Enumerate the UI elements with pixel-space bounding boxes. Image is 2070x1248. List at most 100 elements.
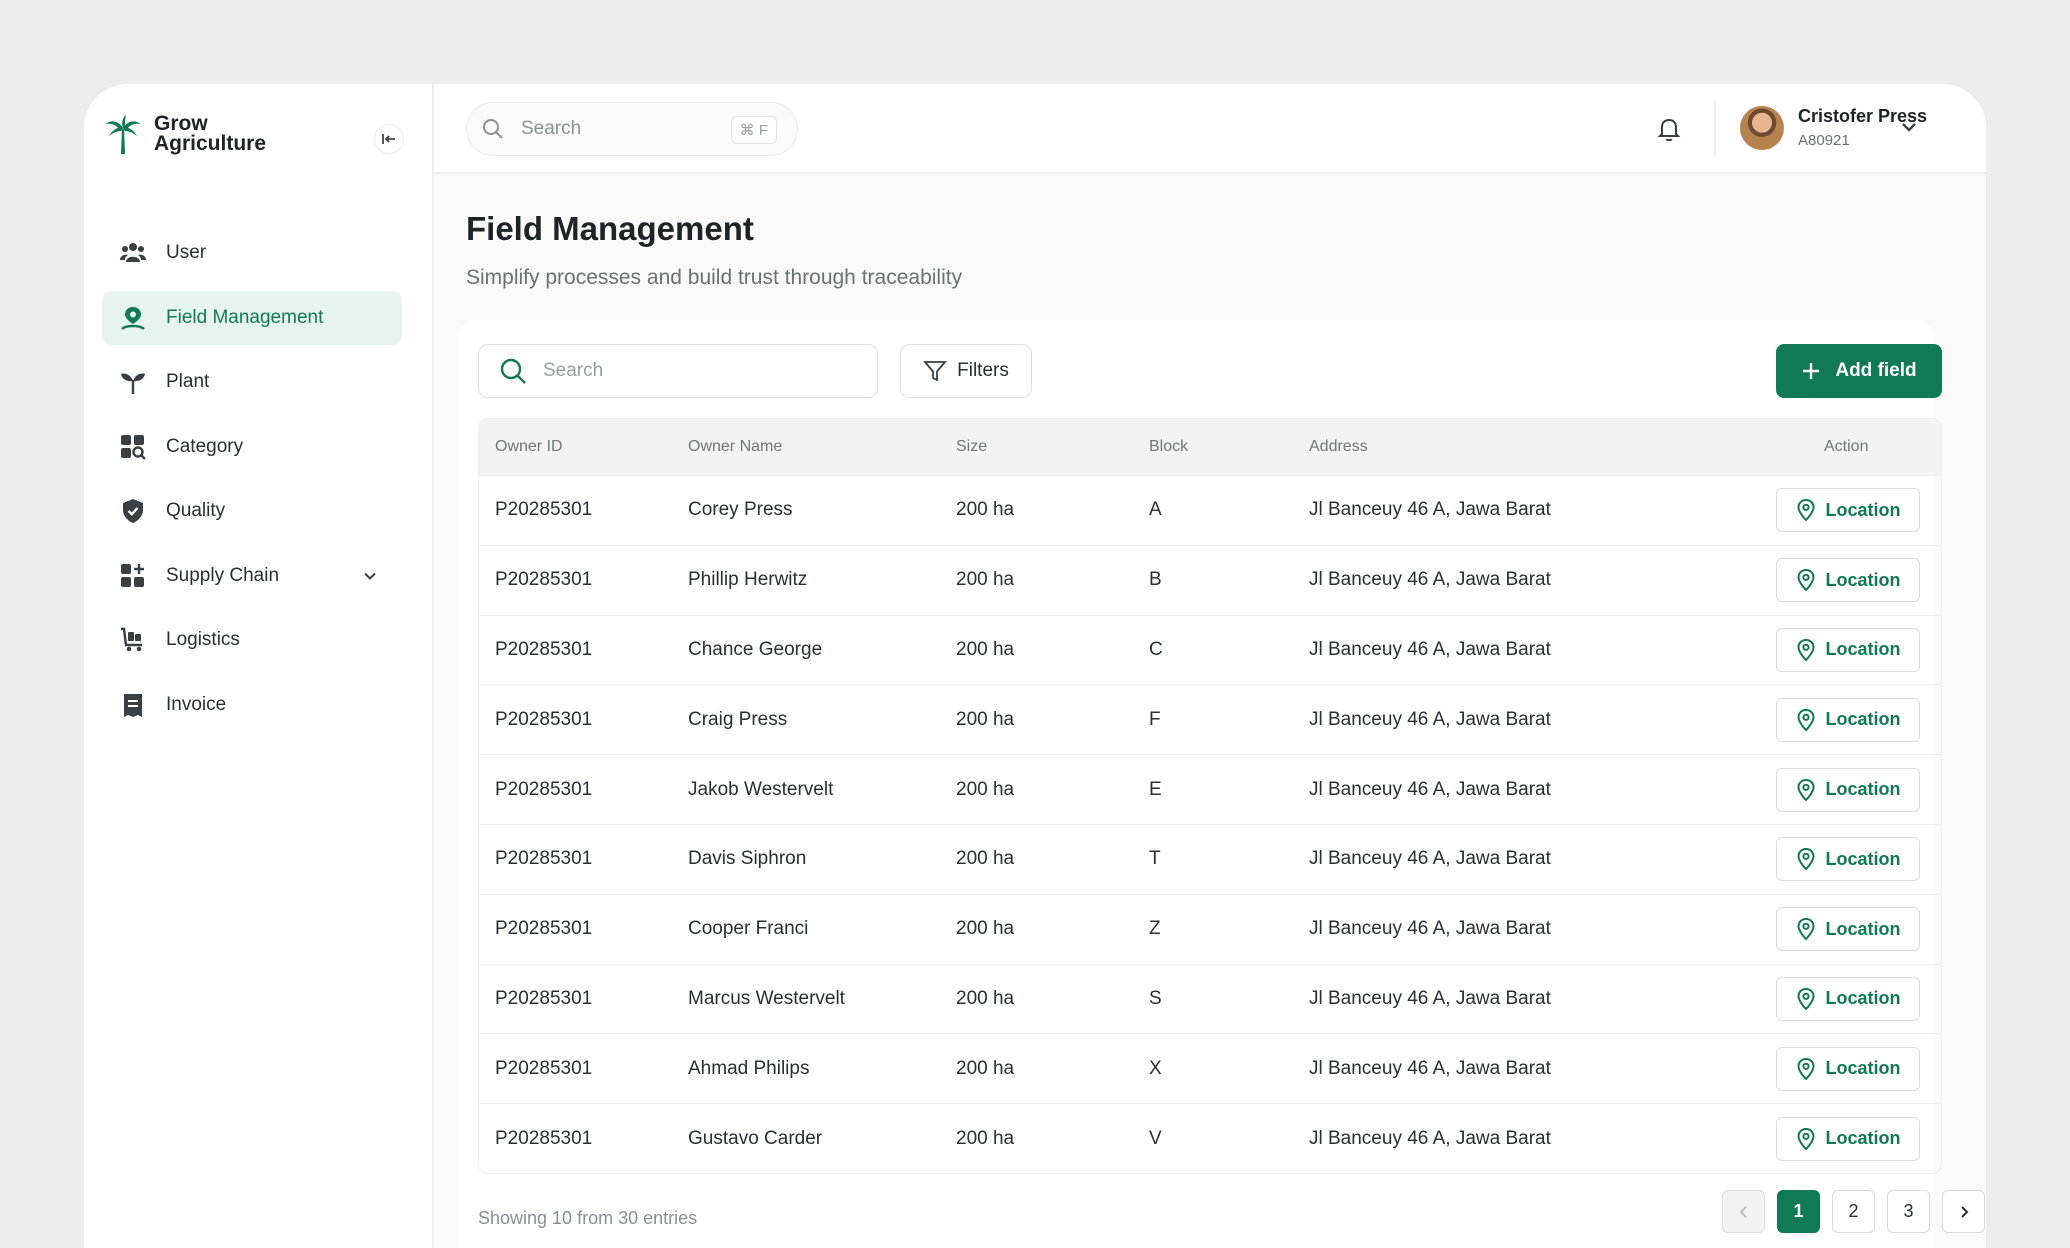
sidebar-item-logistics[interactable]: Logistics <box>102 613 402 667</box>
main-content: Search ⌘ F Cristofer Press A80921 Field … <box>434 84 1986 1248</box>
bell-icon[interactable] <box>1654 114 1684 144</box>
table-row: P20285301 Ahmad Philips 200 ha X Jl Banceuy … <box>479 1033 1941 1103</box>
address-cell: Jl Banceuy 46 A, Jawa Barat <box>1309 708 1551 730</box>
search-icon <box>483 119 503 139</box>
owner-id-cell: P20285301 <box>495 1057 593 1079</box>
location-button[interactable]: Location <box>1776 1046 1920 1091</box>
sidebar-item-supply-chain[interactable]: Supply Chain <box>102 549 402 603</box>
location-label: Location <box>1825 639 1901 660</box>
owner-name-cell: Jakob Westervelt <box>688 778 834 800</box>
app-window: Grow Agriculture User Field Management P… <box>84 84 1986 1248</box>
global-search-input[interactable]: Search ⌘ F <box>466 102 798 156</box>
location-label: Location <box>1825 918 1901 939</box>
block-cell: B <box>1149 569 1162 591</box>
owner-name-cell: Ahmad Philips <box>688 1057 810 1079</box>
location-button[interactable]: Location <box>1776 1116 1920 1161</box>
next-page-button[interactable] <box>1942 1190 1985 1233</box>
block-cell: F <box>1149 708 1161 730</box>
page-button-1[interactable]: 1 <box>1777 1190 1820 1233</box>
location-button[interactable]: Location <box>1776 627 1920 672</box>
topbar: Search ⌘ F Cristofer Press A80921 <box>434 84 1986 174</box>
location-label: Location <box>1825 779 1901 800</box>
table-row: P20285301 Jakob Westervelt 200 ha E Jl Bance… <box>479 754 1941 824</box>
table-search-input[interactable]: Search <box>478 344 878 398</box>
sidebar-item-quality[interactable]: Quality <box>102 484 402 538</box>
size-cell: 200 ha <box>956 569 1015 591</box>
owner-name-cell: Phillip Herwitz <box>688 569 808 591</box>
location-button[interactable]: Location <box>1776 976 1920 1021</box>
sidebar-item-invoice[interactable]: Invoice <box>102 678 402 732</box>
table-row: P20285301 Marcus Westervelt 200 ha S Jl Banc… <box>479 963 1941 1034</box>
field-table-card: Search Filters Add field Owner ID Owner … <box>458 320 1985 1248</box>
block-cell: C <box>1149 638 1163 660</box>
sidebar-item-user[interactable]: User <box>102 226 402 280</box>
address-cell: Jl Banceuy 46 A, Jawa Barat <box>1309 638 1551 660</box>
map-pin-icon <box>1796 848 1815 871</box>
chevron-right-icon <box>1960 1205 1968 1218</box>
map-pin-icon <box>1796 708 1815 731</box>
location-label: Location <box>1825 1128 1901 1149</box>
owner-name-cell: Marcus Westervelt <box>688 987 845 1009</box>
size-cell: 200 ha <box>956 638 1015 660</box>
sidebar-item-label: Plant <box>166 371 210 392</box>
brand-line-1: Grow <box>154 112 208 135</box>
page-button-2[interactable]: 2 <box>1832 1190 1875 1233</box>
brand[interactable]: Grow Agriculture <box>104 112 266 154</box>
header-owner-name: Owner Name <box>688 438 783 455</box>
pagination: 1 2 3 <box>1722 1190 1985 1233</box>
map-pin-icon <box>1796 1057 1815 1080</box>
prev-page-button[interactable] <box>1722 1190 1765 1233</box>
owner-id-cell: P20285301 <box>495 778 593 800</box>
filters-button[interactable]: Filters <box>900 344 1032 398</box>
search-icon <box>500 358 526 384</box>
size-cell: 200 ha <box>956 1057 1015 1079</box>
size-cell: 200 ha <box>956 708 1015 730</box>
owner-id-cell: P20285301 <box>495 638 593 660</box>
users-icon <box>120 240 146 266</box>
size-cell: 200 ha <box>956 778 1015 800</box>
user-id: A80921 <box>1798 132 1850 149</box>
header-block: Block <box>1149 438 1189 455</box>
filters-label: Filters <box>957 360 1009 381</box>
location-button[interactable]: Location <box>1776 837 1920 882</box>
sprout-icon <box>120 369 146 395</box>
sidebar-nav: User Field Management Plant Category Qua… <box>102 226 402 742</box>
add-field-button[interactable]: Add field <box>1776 344 1942 398</box>
sidebar-item-category[interactable]: Category <box>102 420 402 474</box>
sidebar-item-field-management[interactable]: Field Management <box>102 290 402 345</box>
avatar[interactable] <box>1740 106 1784 150</box>
page-button-3[interactable]: 3 <box>1887 1190 1930 1233</box>
category-grid-icon <box>120 434 146 460</box>
filter-icon <box>923 361 948 382</box>
address-cell: Jl Banceuy 46 A, Jawa Barat <box>1309 987 1551 1009</box>
size-cell: 200 ha <box>956 987 1015 1009</box>
location-button[interactable]: Location <box>1776 558 1920 603</box>
block-cell: V <box>1149 1127 1162 1149</box>
map-pin-icon <box>1796 778 1815 801</box>
location-button[interactable]: Location <box>1776 767 1920 812</box>
collapse-sidebar-button[interactable] <box>374 124 404 154</box>
supply-chain-icon <box>120 563 146 589</box>
header-action: Action <box>1824 438 1869 455</box>
sidebar-item-label: Supply Chain <box>166 564 280 586</box>
location-button[interactable]: Location <box>1776 488 1920 533</box>
sidebar-item-plant[interactable]: Plant <box>102 355 402 409</box>
table-row: P20285301 Craig Press 200 ha F Jl Banceuy 46… <box>479 684 1941 754</box>
address-cell: Jl Banceuy 46 A, Jawa Barat <box>1309 778 1551 800</box>
cart-icon <box>120 627 146 653</box>
table-row: P20285301 Cooper Franci 200 ha Z Jl Banceuy … <box>479 893 1941 964</box>
owner-id-cell: P20285301 <box>495 499 593 521</box>
map-pin-icon <box>1796 1127 1815 1150</box>
chevron-down-icon[interactable] <box>360 566 380 586</box>
header-size: Size <box>956 438 988 455</box>
chevron-down-icon[interactable] <box>1898 116 1920 138</box>
owner-name-cell: Craig Press <box>688 708 788 730</box>
location-button[interactable]: Location <box>1776 697 1920 742</box>
table-header: Owner ID Owner Name Size Block Address A… <box>479 419 1941 475</box>
owner-name-cell: Cooper Franci <box>688 918 809 940</box>
sidebar-item-label: Field Management <box>166 306 324 328</box>
location-button[interactable]: Location <box>1776 907 1920 952</box>
address-cell: Jl Banceuy 46 A, Jawa Barat <box>1309 918 1551 940</box>
address-cell: Jl Banceuy 46 A, Jawa Barat <box>1309 848 1551 870</box>
plus-icon <box>1803 363 1820 379</box>
